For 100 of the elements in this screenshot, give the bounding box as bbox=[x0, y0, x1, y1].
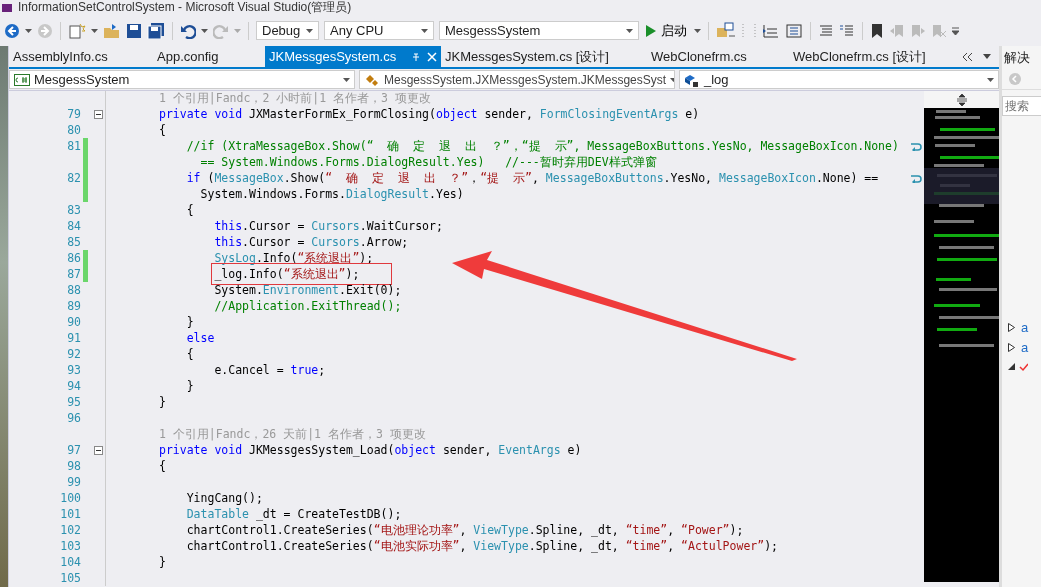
line-number: 104 bbox=[60, 555, 81, 569]
start-button[interactable]: 启动 bbox=[644, 21, 689, 40]
code-line: _log.Info(“系统退出”); bbox=[214, 266, 390, 282]
document-tab[interactable]: JKMessgesSystem.cs bbox=[265, 46, 441, 67]
line-number: 82 bbox=[67, 171, 81, 185]
new-project-icon[interactable] bbox=[68, 22, 86, 39]
caret-icon bbox=[306, 28, 313, 33]
line-number: 105 bbox=[60, 571, 81, 585]
caret-icon bbox=[343, 77, 350, 82]
code-line: //if (XtraMessageBox.Show(“ 确 定 退 出 ？”，“提 示”, MessageBoxButtons.YesNo, MessageBoxIcon.None) bbox=[186, 138, 899, 154]
browse-icon[interactable] bbox=[716, 21, 736, 40]
type-dropdown[interactable]: MesgessSystem.JXMessgesSystem.JKMessgesSyst bbox=[359, 70, 675, 89]
list-icon[interactable] bbox=[785, 22, 803, 39]
caret-icon bbox=[987, 77, 994, 82]
code-line: YingCang(); bbox=[186, 490, 263, 506]
save-all-icon[interactable] bbox=[147, 22, 165, 39]
member-dropdown[interactable]: _log bbox=[679, 70, 999, 89]
window-title: InformationSetControlSystem - Microsoft Visual Studio(管理员) bbox=[18, 0, 352, 15]
line-number: 79 bbox=[67, 107, 81, 121]
caret-icon[interactable] bbox=[25, 28, 32, 33]
code-line: this.Cursor = Cursors.Arrow; bbox=[214, 234, 409, 250]
document-tab[interactable]: WebClonefrm.cs bbox=[647, 46, 789, 67]
caret-icon bbox=[670, 77, 674, 82]
code-line: this.Cursor = Cursors.WaitCursor; bbox=[214, 218, 443, 234]
pin-icon[interactable] bbox=[411, 51, 421, 62]
scroll-tabs-icon[interactable] bbox=[961, 51, 973, 62]
line-number: 98 bbox=[67, 459, 81, 473]
step-icon[interactable] bbox=[762, 22, 780, 39]
splitter-icon[interactable] bbox=[955, 93, 968, 106]
code-line: private void JKMessgesSystem_Load(object sender, EventArgs e) bbox=[159, 442, 582, 458]
save-icon[interactable] bbox=[126, 22, 142, 39]
line-number: 101 bbox=[60, 507, 81, 521]
line-number: 87 bbox=[67, 267, 81, 281]
comment-icon[interactable] bbox=[839, 22, 855, 39]
code-line: System.Environment.Exit(0); bbox=[214, 282, 402, 298]
code-line: == System.Windows.Forms.DialogResult.Yes) //---暂时弃用DEV样式弹窗 bbox=[200, 154, 657, 170]
back-icon[interactable] bbox=[4, 22, 20, 39]
code-line: //Application.ExitThread(); bbox=[214, 298, 402, 314]
close-icon[interactable] bbox=[427, 51, 437, 62]
code-line: { bbox=[186, 346, 194, 362]
code-line: } bbox=[186, 314, 194, 330]
open-folder-icon[interactable] bbox=[103, 22, 121, 39]
panel-title: 解决 bbox=[1003, 49, 1031, 67]
code-line: } bbox=[159, 394, 166, 410]
line-number: 88 bbox=[67, 283, 81, 297]
bookmark-icon[interactable] bbox=[870, 22, 884, 39]
line-number: 100 bbox=[60, 491, 81, 505]
configuration-dropdown[interactable]: Debug bbox=[256, 21, 319, 40]
line-number: 85 bbox=[67, 235, 81, 249]
code-line: chartControl1.CreateSeries(“电池实际功率”, ViewType.Spline, _dt, “time”, “ActulPower”); bbox=[186, 538, 779, 554]
code-line: { bbox=[159, 122, 166, 138]
document-tab[interactable]: AssemblyInfo.cs bbox=[9, 46, 153, 67]
caret-icon[interactable] bbox=[201, 28, 208, 33]
line-number: 103 bbox=[60, 539, 81, 553]
document-tab[interactable]: WebClonefrm.cs [设计] bbox=[789, 46, 943, 67]
code-line: if (MessageBox.Show(“ 确 定 退 出 ？”，“提 示”, MessageBoxButtons.YesNo, MessageBoxIcon.None) == bbox=[186, 170, 879, 186]
line-number: 89 bbox=[67, 299, 81, 313]
play-icon bbox=[646, 24, 656, 37]
indent-icon[interactable] bbox=[818, 22, 834, 39]
grip-icon bbox=[741, 22, 757, 39]
code-line: DataTable _dt = CreateTestDB(); bbox=[186, 506, 402, 522]
tree-item[interactable]: a bbox=[1008, 339, 1041, 355]
app-icon bbox=[2, 3, 12, 12]
startup-project-dropdown[interactable]: MesgessSystem bbox=[439, 21, 639, 40]
line-number: 84 bbox=[67, 219, 81, 233]
line-number: 92 bbox=[67, 347, 81, 361]
code-line: else bbox=[186, 330, 215, 346]
document-tab[interactable]: App.config bbox=[153, 46, 265, 67]
code-line: private void JXMasterFormEx_FormClosing(object sender, FormClosingEventArgs e) bbox=[159, 106, 700, 122]
undo-icon[interactable] bbox=[180, 22, 196, 39]
project-icon bbox=[14, 73, 30, 86]
tab-list-icon[interactable] bbox=[983, 54, 991, 59]
platform-dropdown[interactable]: Any CPU bbox=[324, 21, 434, 40]
caret-icon[interactable] bbox=[91, 28, 98, 33]
line-number: 102 bbox=[60, 523, 81, 537]
line-number: 80 bbox=[67, 123, 81, 137]
line-number: 97 bbox=[67, 443, 81, 457]
collapse-icon[interactable] bbox=[93, 109, 103, 119]
line-number: 83 bbox=[67, 203, 81, 217]
code-line: System.Windows.Forms.DialogResult.Yes) bbox=[200, 186, 464, 202]
line-number: 93 bbox=[67, 363, 81, 377]
search-field[interactable]: 搜索 bbox=[1002, 96, 1041, 116]
code-line: { bbox=[159, 458, 166, 474]
line-number: 81 bbox=[67, 139, 81, 153]
collapse-icon[interactable] bbox=[93, 445, 103, 455]
line-number: 95 bbox=[67, 395, 81, 409]
code-line: { bbox=[186, 202, 194, 218]
document-tab[interactable]: JKMessgesSystem.cs [设计] bbox=[441, 46, 647, 67]
class-icon bbox=[364, 72, 380, 87]
line-number: 94 bbox=[67, 379, 81, 393]
field-icon bbox=[684, 72, 700, 87]
caret-icon[interactable] bbox=[694, 28, 701, 33]
caret-icon bbox=[421, 28, 428, 33]
tree-item[interactable]: a bbox=[1008, 319, 1041, 335]
line-number: 91 bbox=[67, 331, 81, 345]
overflow-icon[interactable] bbox=[952, 26, 959, 35]
code-line: chartControl1.CreateSeries(“电池理论功率”, ViewType.Spline, _dt, “time”, “Power”); bbox=[186, 522, 744, 538]
caret-icon bbox=[626, 28, 633, 33]
project-dropdown[interactable]: MesgessSystem bbox=[9, 70, 355, 89]
line-number: 99 bbox=[67, 475, 81, 489]
